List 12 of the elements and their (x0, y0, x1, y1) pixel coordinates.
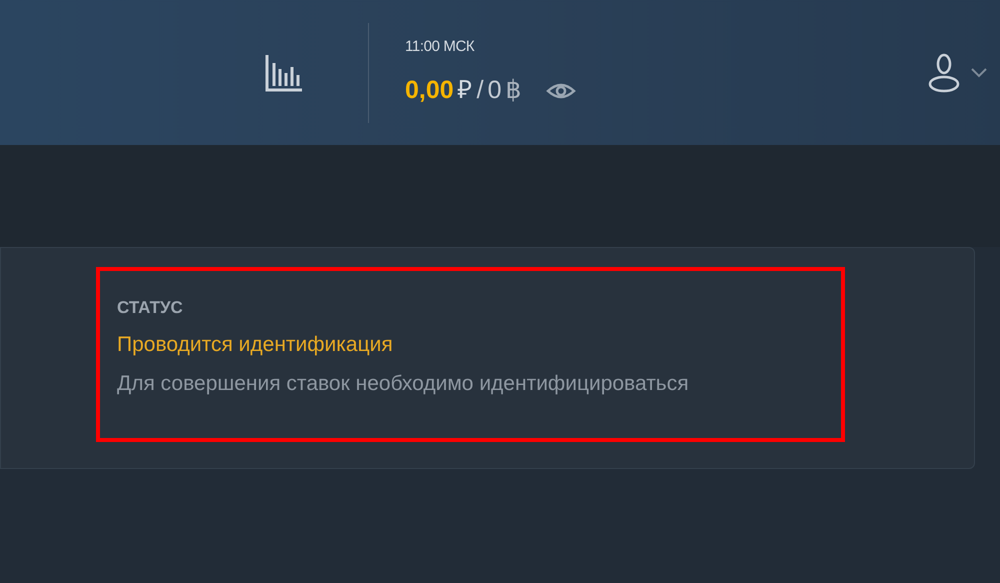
currency-symbol: ₽ (458, 75, 473, 106)
bonus-currency-symbol: ฿ (506, 75, 522, 106)
user-icon[interactable] (928, 52, 960, 92)
status-label: СТАТУС (117, 297, 184, 319)
status-message: Для совершения ставок необходимо идентифицироваться (117, 371, 690, 397)
separator: / (476, 75, 484, 106)
balance-amount: 0,00 (405, 75, 454, 106)
status-title: Проводится идентификация (117, 332, 394, 358)
time-label: 11:00 МСК (405, 36, 476, 56)
bar-chart-icon[interactable] (264, 52, 304, 92)
bonus-amount: 0 (488, 75, 502, 106)
chevron-down-icon[interactable] (970, 66, 988, 78)
